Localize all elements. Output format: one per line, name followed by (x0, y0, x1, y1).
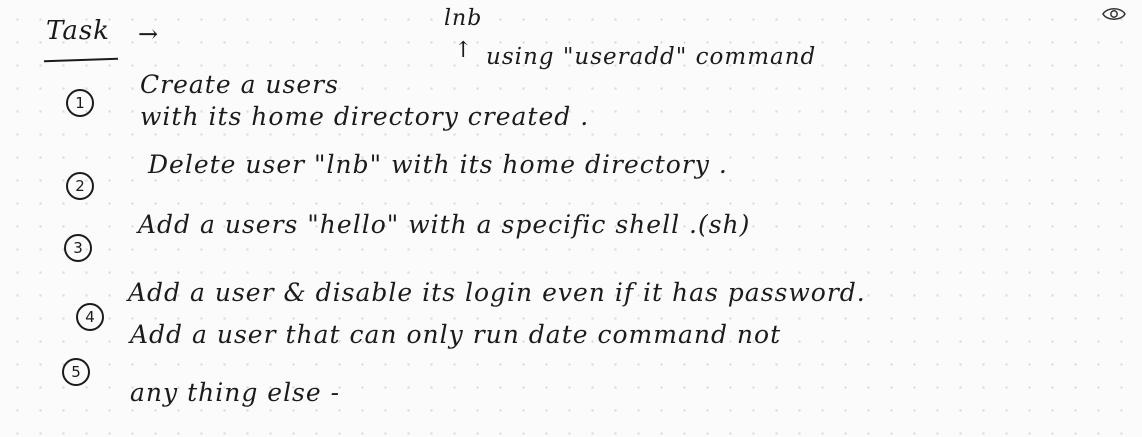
task-3-line-1: Add a users "hello" with a specific shel… (138, 210, 751, 239)
task-number-4: 4 (76, 303, 104, 331)
task-1-line-2: using "useradd" command (486, 44, 817, 70)
task-2-line-1: Delete user "lnb" with its home director… (148, 150, 728, 179)
insert-caret-icon: ↑ (454, 38, 474, 63)
task-1-line-3: with its home directory created . (140, 102, 590, 131)
arrow-right-icon: → (138, 20, 160, 48)
task-number-1: 1 (66, 89, 94, 117)
task-5-line-2: any thing else - (130, 378, 341, 407)
task-4-line-1: Add a user & disable its login even if i… (128, 278, 866, 307)
task-number-2: 2 (66, 172, 94, 200)
task-number-5: 5 (62, 358, 90, 386)
eye-icon[interactable] (1102, 6, 1126, 22)
task-1-line-1: Create a users (140, 70, 339, 99)
task-5-line-1: Add a user that can only run date comman… (130, 320, 782, 349)
notes-canvas: Task → lnb ↑ 1 Create a users using "use… (0, 0, 1142, 437)
page-title: Task (46, 16, 110, 46)
title-underline (43, 57, 119, 63)
insert-annotation: lnb (444, 6, 483, 31)
task-number-3: 3 (64, 234, 92, 262)
